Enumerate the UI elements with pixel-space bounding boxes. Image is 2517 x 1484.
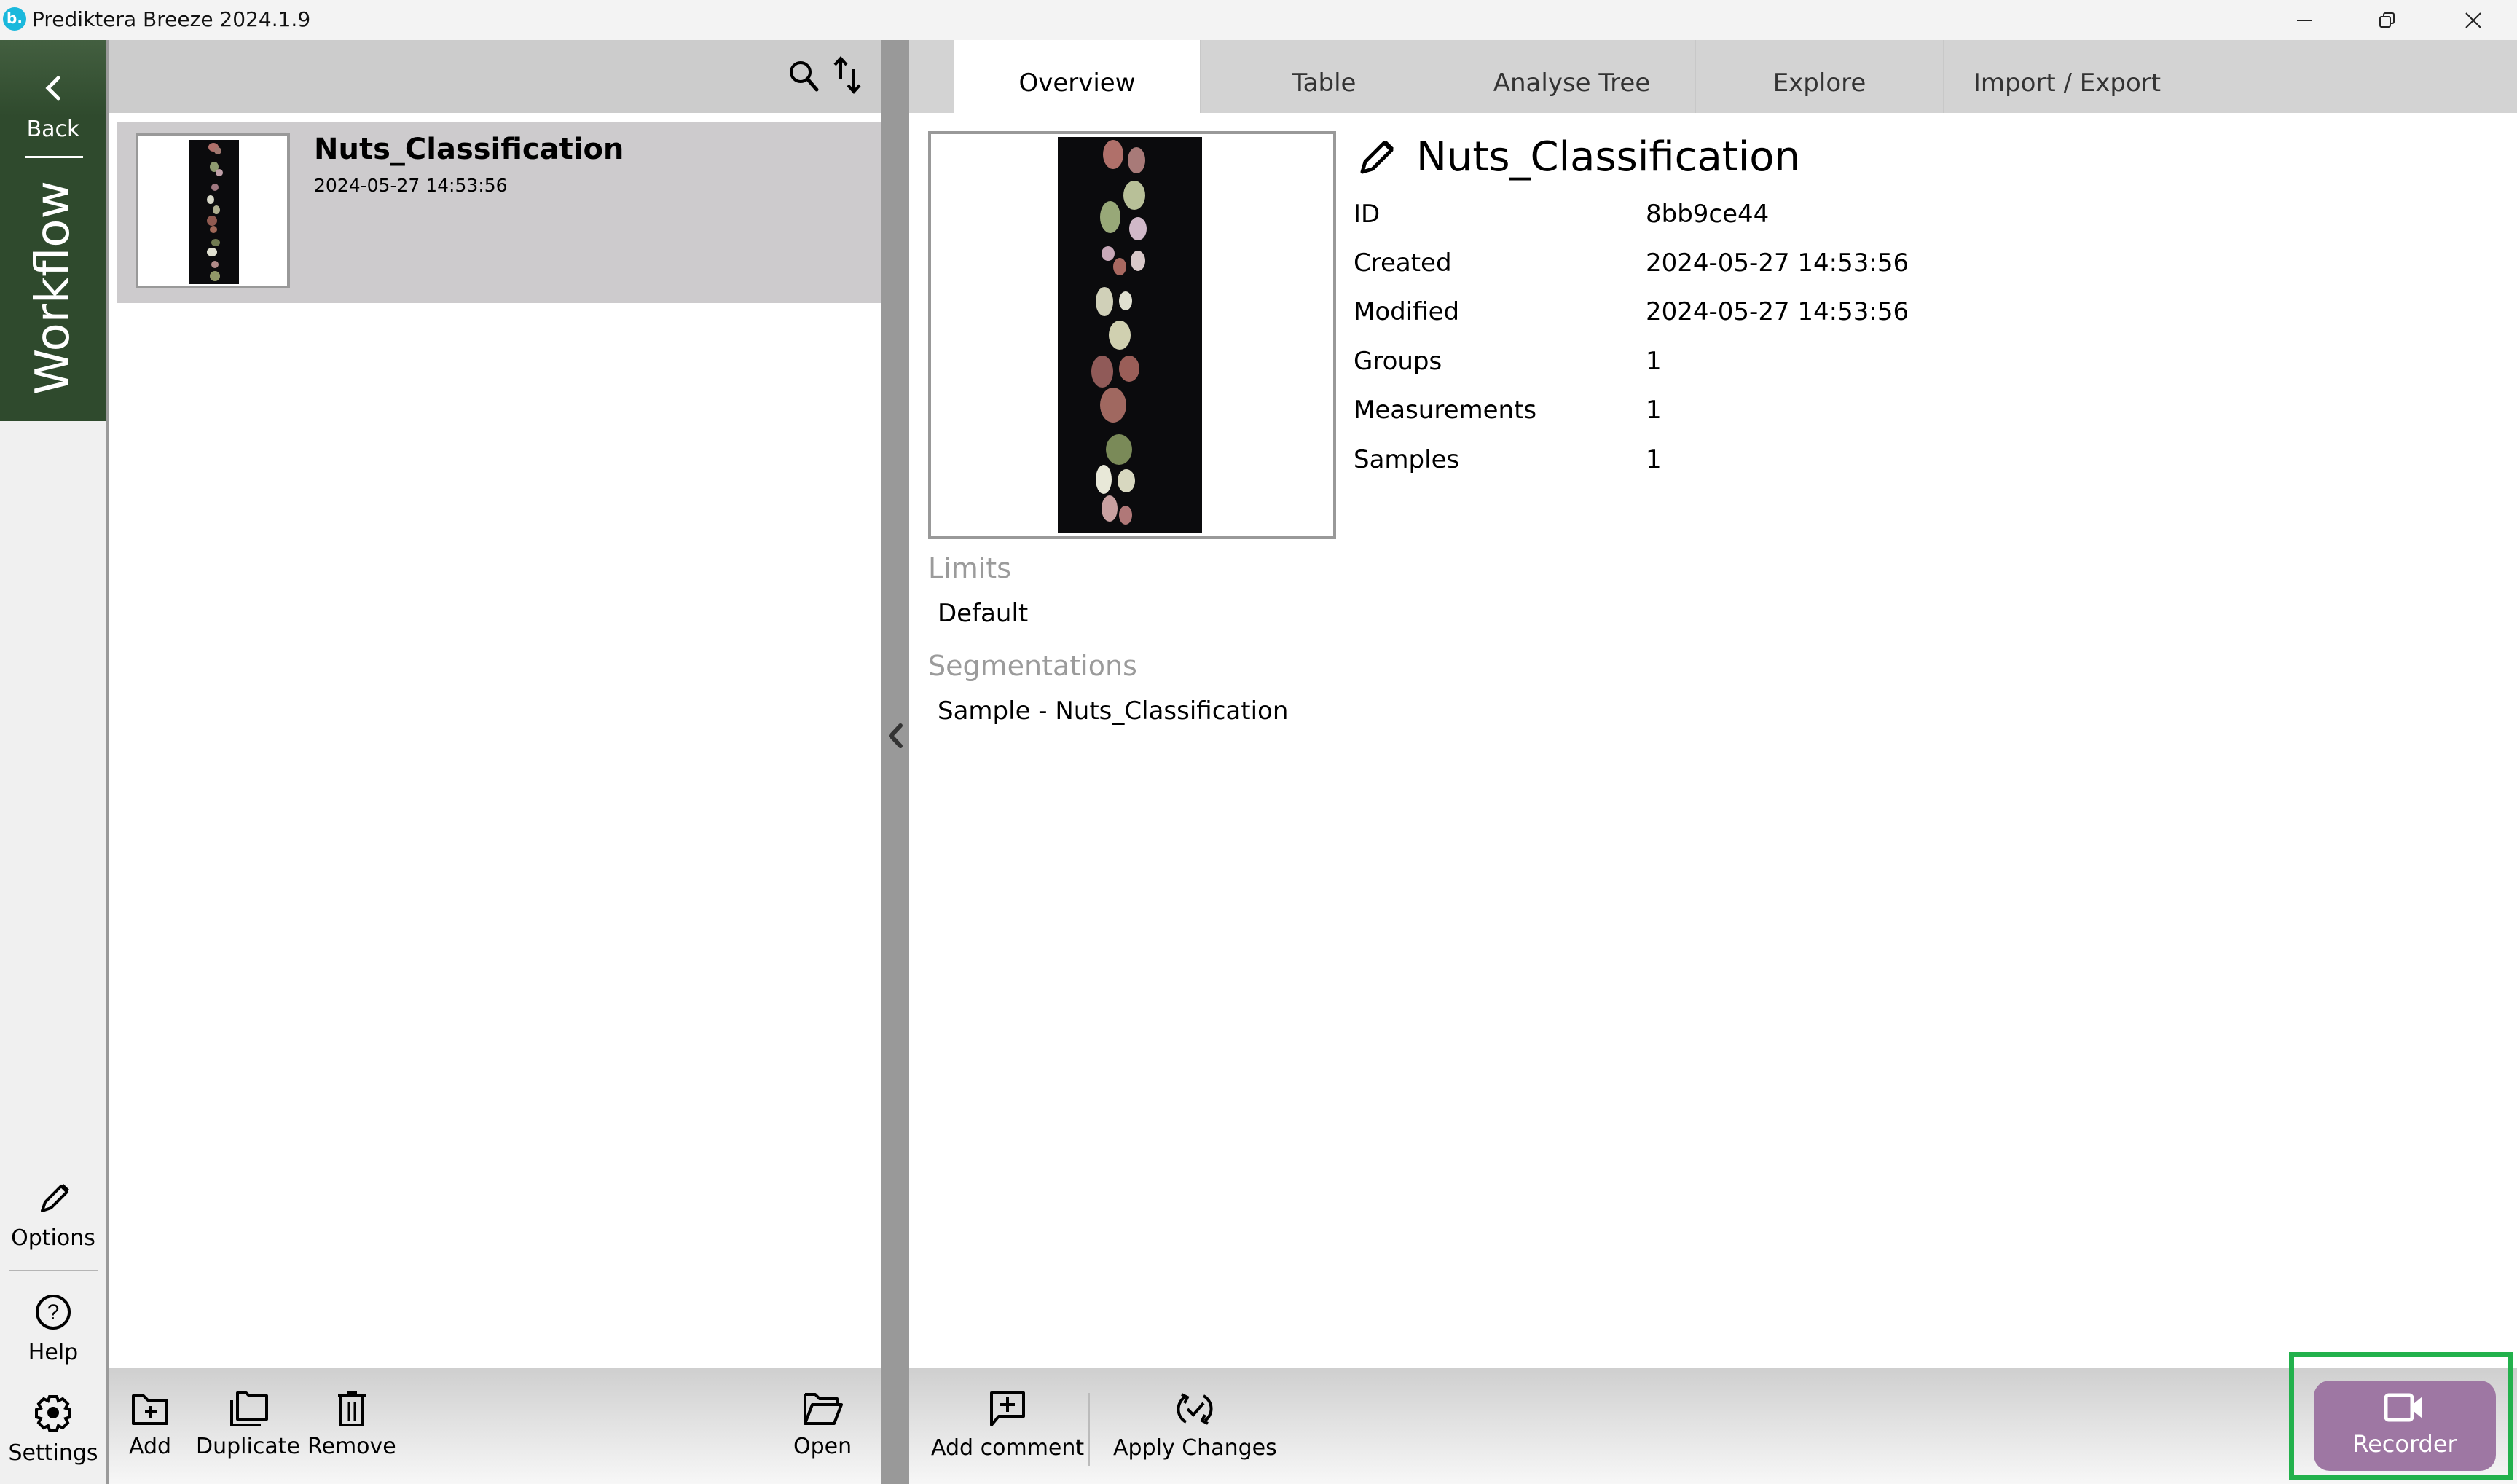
search-icon <box>790 61 819 92</box>
divider <box>25 156 83 158</box>
limits-heading: Limits <box>928 552 1011 584</box>
settings-button[interactable]: Settings <box>0 1394 106 1466</box>
panel-splitter[interactable] <box>881 40 909 1484</box>
help-label: Help <box>28 1340 79 1365</box>
comment-add-icon <box>990 1391 1026 1426</box>
trash-icon <box>337 1391 366 1426</box>
recorder-label: Recorder <box>2352 1430 2457 1458</box>
apply-changes-label: Apply Changes <box>1113 1435 1277 1461</box>
folder-open-icon <box>804 1393 844 1425</box>
sample-image <box>1058 137 1202 533</box>
divider <box>9 1270 98 1271</box>
edit-title-button[interactable] <box>1356 137 1397 181</box>
options-button[interactable]: Options <box>0 1180 106 1251</box>
restore-button[interactable] <box>2347 0 2427 40</box>
tab-explore[interactable]: Explore <box>1696 40 1944 113</box>
close-button[interactable] <box>2433 0 2513 40</box>
help-circle-icon: ? <box>36 1295 71 1330</box>
app-logo-icon: b. <box>3 7 26 31</box>
overview-title: Nuts_Classification <box>1416 133 1801 181</box>
item-thumbnail <box>136 133 290 288</box>
list-toolbar: Add Duplicate Remove Open <box>109 1368 881 1484</box>
settings-label: Settings <box>8 1440 98 1466</box>
sort-icon <box>833 55 861 95</box>
property-value-measurements: 1 <box>1646 396 1662 425</box>
svg-text:?: ? <box>47 1300 60 1324</box>
back-label: Back <box>26 117 80 142</box>
open-button[interactable]: Open <box>793 1390 852 1459</box>
title-bar: b. Prediktera Breeze 2024.1.9 <box>0 0 2517 40</box>
sync-check-icon <box>1177 1393 1213 1425</box>
gear-icon <box>35 1395 71 1432</box>
duplicate-icon <box>230 1391 269 1426</box>
item-title: Nuts_Classification <box>314 133 624 166</box>
segmentations-heading: Segmentations <box>928 650 1137 682</box>
remove-label: Remove <box>307 1434 396 1459</box>
list-item[interactable]: Nuts_Classification 2024-05-27 14:53:56 <box>117 122 881 303</box>
property-value-modified: 2024-05-27 14:53:56 <box>1646 297 1909 326</box>
sort-button[interactable] <box>830 55 866 98</box>
open-label: Open <box>793 1434 852 1459</box>
tab-analyse-tree[interactable]: Analyse Tree <box>1448 40 1696 113</box>
duplicate-button[interactable]: Duplicate <box>196 1390 300 1459</box>
property-label-groups: Groups <box>1354 347 1442 376</box>
property-value-id: 8bb9ce44 <box>1646 200 1770 229</box>
duplicate-label: Duplicate <box>196 1434 300 1459</box>
tab-table[interactable]: Table <box>1201 40 1448 113</box>
folder-add-icon <box>132 1394 169 1425</box>
workflow-section: Back Workflow <box>0 40 106 421</box>
item-date: 2024-05-27 14:53:56 <box>314 175 508 196</box>
video-camera-icon <box>2384 1393 2422 1422</box>
recorder-button[interactable]: Recorder <box>2314 1381 2496 1471</box>
property-label-modified: Modified <box>1354 297 1460 326</box>
chevron-left-icon <box>45 76 60 101</box>
close-icon <box>2465 12 2481 28</box>
property-label-id: ID <box>1354 200 1381 229</box>
left-nav: Back Workflow Options ? Help Settings <box>0 40 109 1484</box>
segmentation-item[interactable]: Sample - Nuts_Classification <box>938 696 1288 726</box>
restore-icon <box>2379 12 2395 28</box>
property-value-samples: 1 <box>1646 445 1662 474</box>
property-label-measurements: Measurements <box>1354 396 1537 425</box>
property-value-groups: 1 <box>1646 347 1662 376</box>
back-button[interactable]: Back <box>0 69 106 149</box>
minimize-button[interactable] <box>2264 0 2344 40</box>
pencil-icon <box>41 1184 69 1212</box>
apply-changes-button[interactable]: Apply Changes <box>1113 1390 1277 1461</box>
overview-toolbar: Add comment Apply Changes <box>909 1368 2517 1484</box>
add-comment-button[interactable]: Add comment <box>931 1390 1084 1461</box>
tab-overview[interactable]: Overview <box>954 40 1201 113</box>
remove-button[interactable]: Remove <box>307 1390 396 1459</box>
collapse-chevron-icon[interactable] <box>884 721 906 750</box>
toolbar-divider <box>1088 1393 1090 1466</box>
add-button[interactable]: Add <box>129 1390 171 1459</box>
window-title: Prediktera Breeze 2024.1.9 <box>32 7 311 31</box>
thumbnail-image <box>189 140 239 284</box>
list-header <box>109 40 881 113</box>
tab-bar: Overview Table Analyse Tree Explore Impo… <box>909 40 2517 113</box>
help-button[interactable]: ? Help <box>0 1293 106 1365</box>
property-label-samples: Samples <box>1354 445 1460 474</box>
limit-item[interactable]: Default <box>938 599 1028 628</box>
overview-image <box>928 131 1336 539</box>
minimize-icon <box>2297 19 2312 21</box>
workflow-label: Workflow <box>26 181 80 395</box>
add-comment-label: Add comment <box>931 1435 1085 1461</box>
add-label: Add <box>129 1434 172 1459</box>
search-button[interactable] <box>786 58 822 97</box>
pencil-icon <box>1360 141 1394 174</box>
tab-import-export[interactable]: Import / Export <box>1944 40 2191 113</box>
property-value-created: 2024-05-27 14:53:56 <box>1646 248 1909 278</box>
options-label: Options <box>11 1225 95 1251</box>
property-label-created: Created <box>1354 248 1452 278</box>
